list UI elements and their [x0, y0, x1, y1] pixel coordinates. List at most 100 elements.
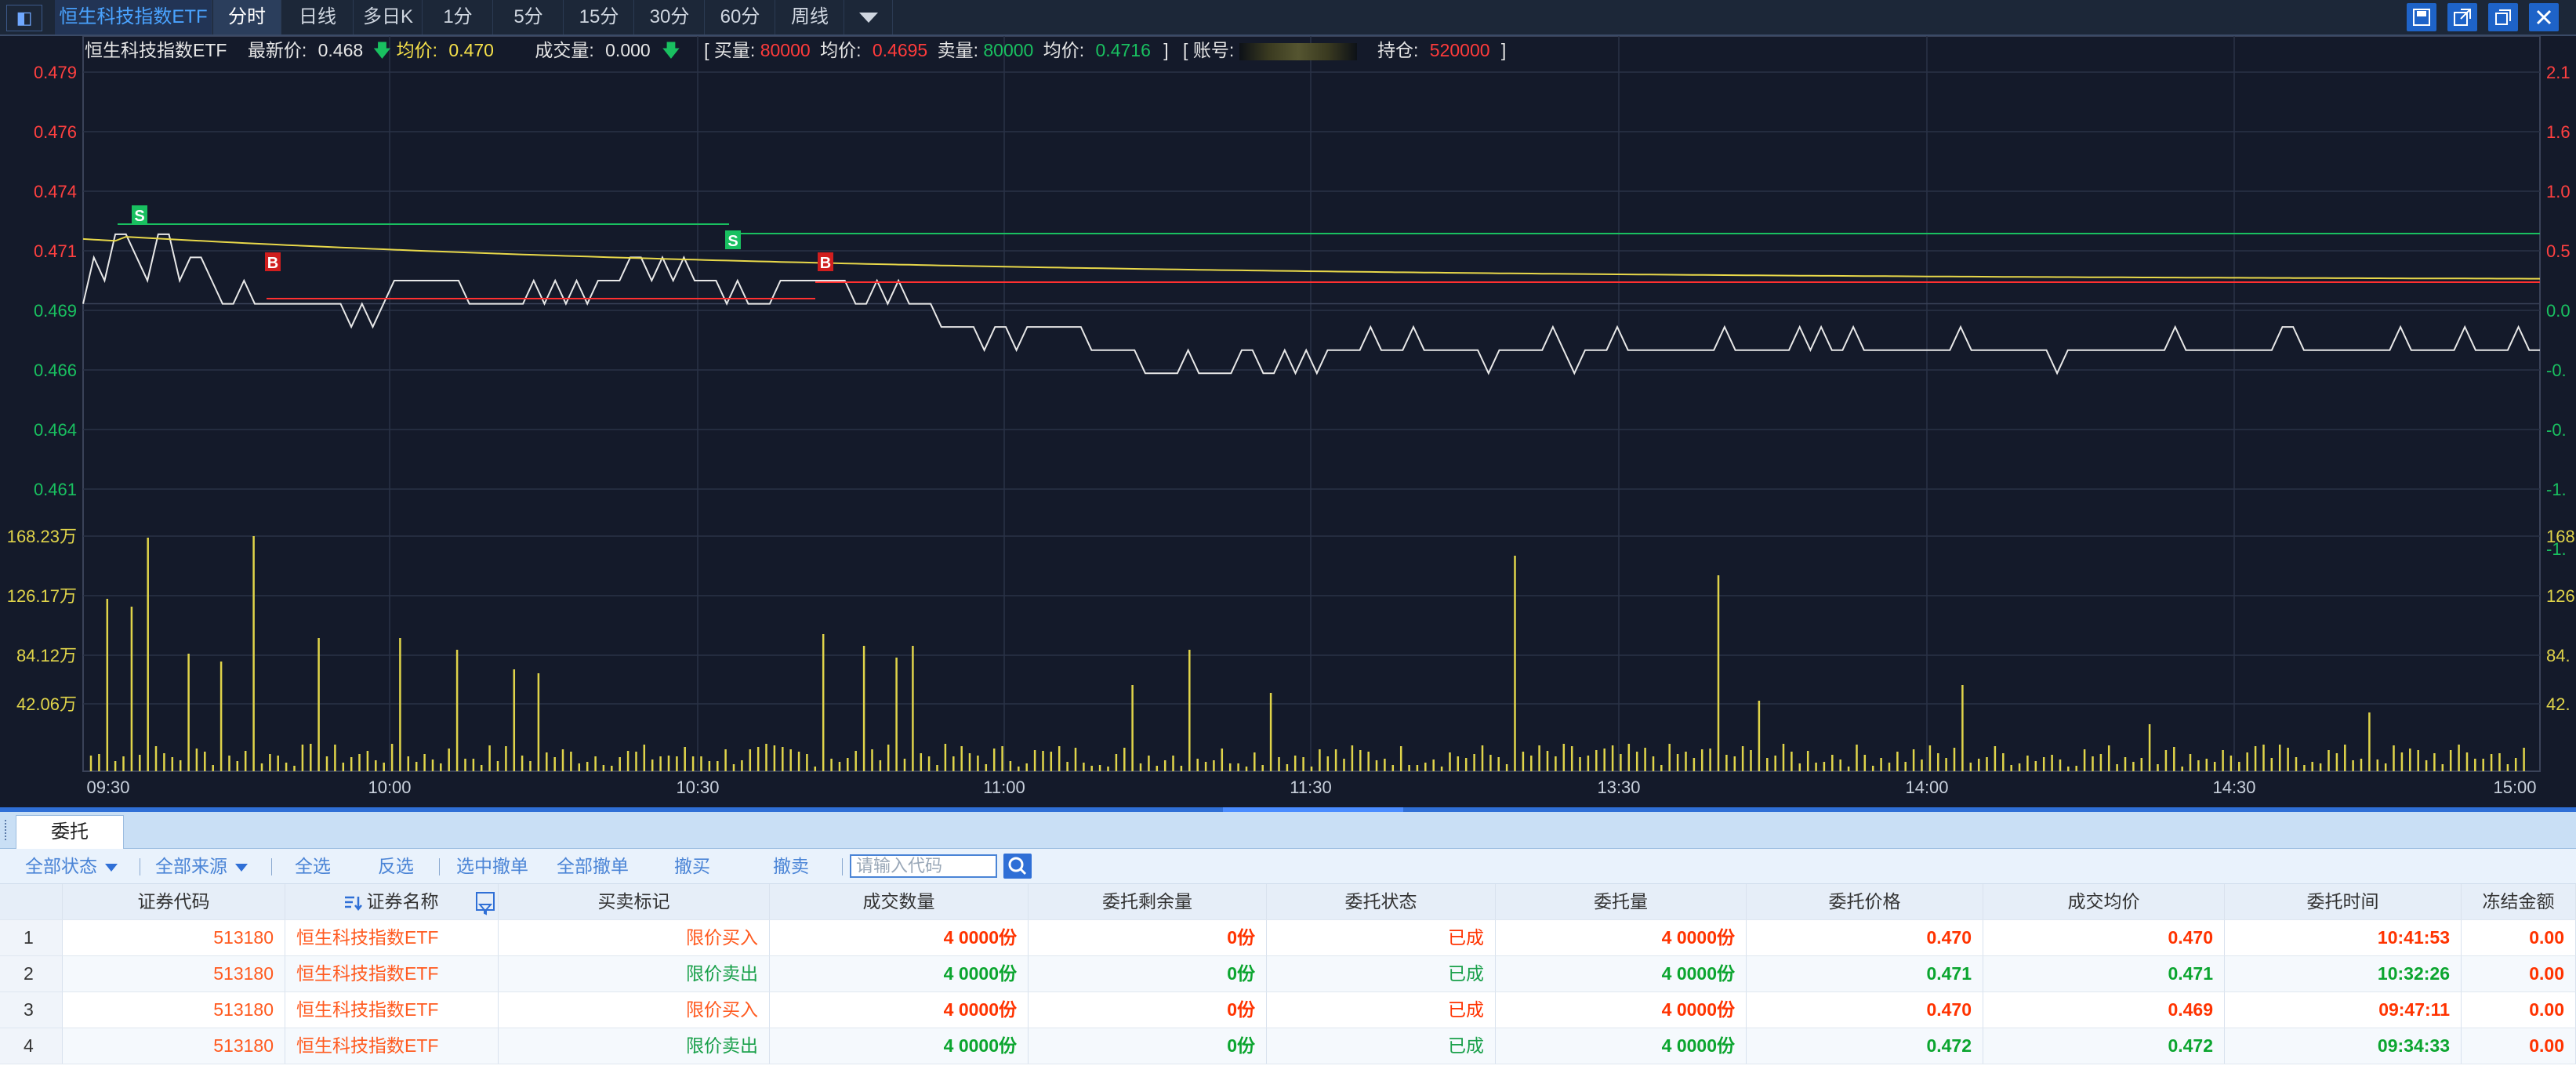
- pct-tick-label: 0.5: [2546, 241, 2571, 261]
- cell-avg-price: 0.469: [1983, 992, 2225, 1028]
- col-header-code[interactable]: 证券代码: [63, 884, 285, 919]
- col-header-filled-qty[interactable]: 成交数量: [770, 884, 1029, 919]
- quote-info-bar: 恒生科技指数ETF 最新价: 0.468 🡇 均价: 0.470 成交量: 0.…: [85, 38, 1506, 63]
- cell-name: 恒生科技指数ETF: [285, 920, 499, 955]
- col-header-order-qty[interactable]: 委托量: [1496, 884, 1747, 919]
- cell-price: 0.470: [1747, 992, 1983, 1028]
- col-header-price[interactable]: 委托价格: [1747, 884, 1983, 919]
- col-header-name-label: 证券名称: [366, 891, 439, 912]
- cell-order-qty: 4 0000份: [1496, 992, 1747, 1028]
- table-row[interactable]: 2 513180 恒生科技指数ETF 限价卖出 4 0000份 0份 已成 4 0000份 0.…: [0, 956, 2576, 992]
- plot-frame: [82, 36, 2541, 772]
- volume-tick-label: 84.12万: [16, 646, 77, 665]
- col-header-name[interactable]: 证券名称: [285, 884, 499, 919]
- tab-orders[interactable]: 委托: [16, 815, 124, 849]
- popout-icon[interactable]: [2447, 3, 2477, 31]
- volume-tick-label: 126.17万: [7, 586, 77, 606]
- all-source-dropdown[interactable]: 全部来源: [155, 849, 248, 883]
- time-tick-label: 10:00: [368, 778, 411, 797]
- intraday-chart-svg[interactable]: 0.479 0.476 0.474 0.471 0.469 0.466 0.464 0.461…: [0, 36, 2576, 807]
- search-button[interactable]: [1003, 854, 1032, 879]
- tab-5min[interactable]: 5分: [494, 0, 564, 34]
- row-number: 3: [0, 992, 63, 1028]
- tab-15min[interactable]: 15分: [564, 0, 634, 34]
- security-title-tab[interactable]: 恒生科技指数ETF: [55, 0, 212, 34]
- cancel-sell-button[interactable]: 撤卖: [773, 849, 809, 883]
- info-bracket-open: [: [704, 40, 709, 60]
- pct-tick-label: -0.: [2546, 361, 2567, 380]
- cell-avg-price: 0.470: [1983, 920, 2225, 955]
- cell-side: 限价买入: [499, 992, 770, 1028]
- cell-code: 513180: [63, 956, 285, 991]
- time-tick-label: 14:00: [1905, 778, 1948, 797]
- maximize-icon[interactable]: [2488, 3, 2518, 31]
- cell-remaining: 0份: [1029, 1028, 1267, 1064]
- toolbar-divider: [271, 858, 272, 875]
- code-search-input[interactable]: [850, 854, 997, 878]
- time-tick-label: 15:00: [2493, 778, 2536, 797]
- cell-order-qty: 4 0000份: [1496, 920, 1747, 955]
- drag-grip-icon[interactable]: [5, 820, 11, 840]
- all-status-dropdown[interactable]: 全部状态: [25, 849, 118, 883]
- tab-intraday[interactable]: 分时: [213, 0, 281, 34]
- price-tick-label: 0.464: [34, 420, 77, 440]
- time-tick-label: 13:30: [1597, 778, 1640, 797]
- cell-filled-qty: 4 0000份: [770, 992, 1029, 1028]
- col-header-avg-price[interactable]: 成交均价: [1983, 884, 2225, 919]
- col-header-side[interactable]: 买卖标记: [499, 884, 770, 919]
- volume-tick-label-right: 42.: [2546, 694, 2571, 714]
- trade-marker-label: B: [820, 255, 831, 272]
- cell-name: 恒生科技指数ETF: [285, 992, 499, 1028]
- caret-down-icon: [235, 863, 248, 872]
- table-row[interactable]: 4 513180 恒生科技指数ETF 限价卖出 4 0000份 0份 已成 4 0000份 0.…: [0, 1028, 2576, 1064]
- cell-price: 0.470: [1747, 920, 1983, 955]
- panel-menu-icon[interactable]: ◧: [6, 5, 42, 31]
- toolbar-divider: [439, 858, 440, 875]
- tab-30min[interactable]: 30分: [635, 0, 705, 34]
- select-all-button[interactable]: 全选: [295, 849, 331, 883]
- table-row[interactable]: 1 513180 恒生科技指数ETF 限价买入 4 0000份 0份 已成 4 0000份 0.…: [0, 920, 2576, 956]
- info-last-label: 最新价:: [247, 40, 307, 60]
- close-icon[interactable]: [2529, 3, 2559, 31]
- sort-icon[interactable]: [344, 895, 362, 911]
- cell-name: 恒生科技指数ETF: [285, 1028, 499, 1064]
- pct-tick-label: 2.1: [2546, 63, 2571, 82]
- info-sell-label: 卖量:: [937, 40, 978, 60]
- col-header-frozen[interactable]: 冻结金额: [2462, 884, 2576, 919]
- price-tick-label: 0.474: [34, 182, 77, 201]
- cell-filled-qty: 4 0000份: [770, 920, 1029, 955]
- table-row[interactable]: 3 513180 恒生科技指数ETF 限价买入 4 0000份 0份 已成 4 0000份 0.…: [0, 992, 2576, 1028]
- tab-multiday-k[interactable]: 多日K: [354, 0, 423, 34]
- save-layout-icon[interactable]: [2407, 3, 2436, 31]
- tab-60min[interactable]: 60分: [706, 0, 775, 34]
- filter-icon[interactable]: [476, 892, 495, 915]
- cell-time: 09:34:33: [2225, 1028, 2462, 1064]
- tab-weekly[interactable]: 周线: [776, 0, 844, 34]
- tab-1min[interactable]: 1分: [423, 0, 493, 34]
- cancel-buy-button[interactable]: 撤买: [674, 849, 710, 883]
- intraday-chart[interactable]: 0.479 0.476 0.474 0.471 0.469 0.466 0.464 0.461…: [0, 36, 2576, 807]
- info-position-label: 持仓:: [1377, 40, 1419, 60]
- cancel-selected-button[interactable]: 选中撤单: [456, 849, 528, 883]
- info-sell-avg-label: 均价:: [1043, 40, 1085, 60]
- pct-tick-label: -1.: [2546, 480, 2567, 499]
- col-header-time[interactable]: 委托时间: [2225, 884, 2462, 919]
- cell-side: 限价卖出: [499, 1028, 770, 1064]
- info-bracket-close-2: ]: [1500, 40, 1507, 60]
- col-header-remaining[interactable]: 委托剩余量: [1029, 884, 1267, 919]
- col-header-status[interactable]: 委托状态: [1267, 884, 1496, 919]
- volume-tick-label-right: 84.: [2546, 646, 2571, 665]
- tab-daily[interactable]: 日线: [282, 0, 354, 34]
- time-tick-label: 10:30: [676, 778, 719, 797]
- volume-tick-label-right: 126: [2546, 586, 2575, 606]
- info-last-value: 0.468: [317, 40, 364, 60]
- more-periods-dropdown[interactable]: [845, 0, 893, 34]
- cell-name: 恒生科技指数ETF: [285, 956, 499, 991]
- invert-selection-button[interactable]: 反选: [378, 849, 414, 883]
- cell-time: 10:32:26: [2225, 956, 2462, 991]
- cancel-all-button[interactable]: 全部撤单: [557, 849, 629, 883]
- price-tick-label: 0.476: [34, 122, 77, 142]
- cell-filled-qty: 4 0000份: [770, 1028, 1029, 1064]
- cell-frozen: 0.00: [2462, 920, 2576, 955]
- pct-tick-label: 1.0: [2546, 182, 2571, 201]
